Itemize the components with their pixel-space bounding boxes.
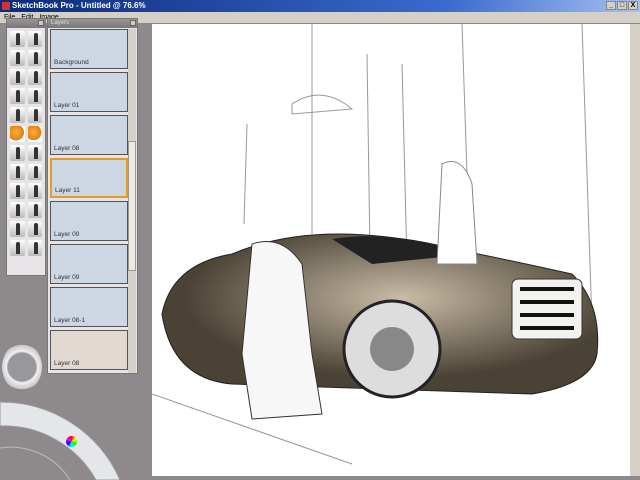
tool-preset-2[interactable] xyxy=(27,183,42,199)
layer-item[interactable]: Layer 09 xyxy=(50,244,128,284)
tool-preset-7[interactable] xyxy=(10,240,25,256)
tool-eraser[interactable] xyxy=(27,126,42,142)
window-title: SketchBook Pro - Untitled @ 76.6% xyxy=(12,1,146,10)
tools-panel xyxy=(6,18,46,276)
tool-pencil[interactable] xyxy=(10,50,25,66)
close-button[interactable]: X xyxy=(628,1,638,10)
close-icon[interactable] xyxy=(130,20,136,26)
tool-felt-pen[interactable] xyxy=(27,69,42,85)
maximize-button[interactable]: □ xyxy=(617,1,627,10)
tool-preset-1[interactable] xyxy=(10,183,25,199)
tool-marker[interactable] xyxy=(10,69,25,85)
tool-select[interactable] xyxy=(10,164,25,180)
tool-preset-4[interactable] xyxy=(27,202,42,218)
tool-airbrush[interactable] xyxy=(27,50,42,66)
color-wheel-icon[interactable] xyxy=(66,436,77,447)
tool-preset-6[interactable] xyxy=(27,221,42,237)
layer-item[interactable]: Layer 09 xyxy=(50,201,128,241)
layers-panel: Layers Background Layer 01 Layer 08 Laye… xyxy=(47,18,138,374)
layer-item[interactable]: Background xyxy=(50,29,128,69)
tool-preset-5[interactable] xyxy=(10,221,25,237)
tool-transform[interactable] xyxy=(27,164,42,180)
tool-new-layer[interactable] xyxy=(10,31,25,47)
layer-item[interactable]: Layer 08 xyxy=(50,330,128,370)
layers-panel-title: Layers xyxy=(48,19,137,28)
close-icon[interactable] xyxy=(38,20,44,26)
layers-scrollbar[interactable] xyxy=(128,29,136,373)
tools-panel-title xyxy=(7,19,45,28)
tool-preset-3[interactable] xyxy=(10,202,25,218)
navigation-puck[interactable] xyxy=(2,343,42,391)
layer-item-selected[interactable]: Layer 11 xyxy=(50,158,128,198)
drawing-canvas[interactable] xyxy=(152,24,630,476)
title-bar: SketchBook Pro - Untitled @ 76.6% _ □ X xyxy=(0,0,640,12)
tool-fill[interactable] xyxy=(10,145,25,161)
layer-item[interactable]: Layer 08-1 xyxy=(50,287,128,327)
minimize-button[interactable]: _ xyxy=(606,1,616,10)
car-sketch xyxy=(152,24,599,465)
tool-brush[interactable] xyxy=(27,88,42,104)
tool-smudge[interactable] xyxy=(27,107,42,123)
tool-paint[interactable] xyxy=(27,145,42,161)
tool-preset-8[interactable] xyxy=(27,240,42,256)
layer-item[interactable]: Layer 01 xyxy=(50,72,128,112)
tool-ballpoint[interactable] xyxy=(10,88,25,104)
tool-eraser-active[interactable] xyxy=(10,126,25,142)
canvas-scrollbar[interactable] xyxy=(630,24,640,476)
scrollbar-thumb[interactable] xyxy=(128,141,136,271)
tool-layer-options[interactable] xyxy=(27,31,42,47)
app-icon xyxy=(2,2,10,10)
tool-pen[interactable] xyxy=(10,107,25,123)
layer-item[interactable]: Layer 08 xyxy=(50,115,128,155)
